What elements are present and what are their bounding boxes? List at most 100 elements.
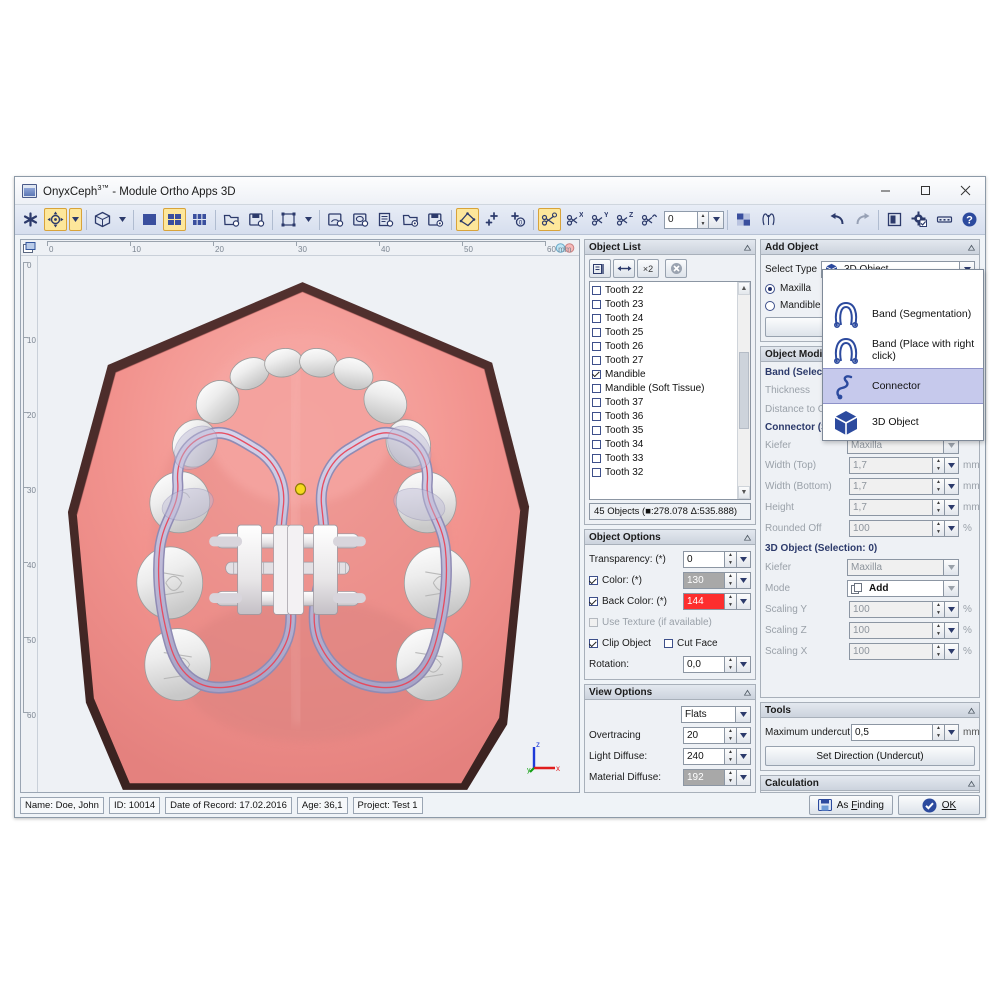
as-finding-button[interactable]: As Finding	[808, 795, 893, 815]
transparency-dropdown[interactable]	[737, 551, 751, 568]
back-color-dropdown[interactable]	[737, 593, 751, 610]
chevron-up-icon[interactable]: △	[744, 688, 751, 697]
light-diffuse-spinner[interactable]: ▲ ▼	[725, 748, 737, 765]
single-view-button[interactable]	[138, 208, 161, 231]
list-item-checkbox[interactable]	[592, 369, 601, 379]
cut-x-button[interactable]: X	[563, 208, 586, 231]
list-item-checkbox[interactable]	[592, 439, 601, 449]
light-diffuse-input[interactable]: 240	[683, 748, 725, 765]
add-point-button[interactable]	[481, 208, 504, 231]
width-top-dropdown[interactable]	[945, 457, 959, 474]
cut-offset-spinner[interactable]: ▲ ▼	[698, 210, 709, 229]
back-color-spinner[interactable]: ▲ ▼	[725, 593, 737, 610]
rounded-off-dropdown[interactable]	[945, 520, 959, 537]
material-diffuse-spinner[interactable]: ▲ ▼	[725, 769, 737, 786]
dropdown-item-connector[interactable]: Connector	[823, 368, 983, 404]
cut-curve-button[interactable]	[638, 208, 661, 231]
list-item[interactable]: Tooth 22	[592, 283, 737, 297]
object-kiefer-combo[interactable]: Maxilla	[847, 559, 959, 576]
shading-combo[interactable]: Flats	[681, 706, 751, 723]
list-item-checkbox[interactable]	[592, 467, 601, 477]
light-diffuse-dropdown[interactable]	[737, 748, 751, 765]
cut-offset-input[interactable]: 0	[664, 210, 698, 229]
max-undercut-spinner[interactable]: ▲ ▼	[933, 724, 945, 741]
import-scan-button[interactable]	[324, 208, 347, 231]
list-item-checkbox[interactable]	[592, 299, 601, 309]
close-icon[interactable]	[945, 177, 985, 204]
duplicate-object-button[interactable]: ×2	[637, 259, 659, 278]
list-item-checkbox[interactable]	[592, 313, 601, 323]
mode-combo[interactable]: Add	[847, 580, 959, 597]
select-type-dropdown-popup[interactable]: Band (Segmentation) Band (Place with rig…	[822, 269, 984, 441]
dental-3d-canvas[interactable]: z x y	[38, 256, 579, 792]
width-bottom-input[interactable]: 1,7	[849, 478, 933, 495]
undo-button[interactable]	[826, 208, 849, 231]
list-item-checkbox[interactable]	[592, 411, 601, 421]
use-texture-checkbox[interactable]	[589, 618, 598, 627]
list-item[interactable]: Tooth 34	[592, 437, 737, 451]
list-item[interactable]: Tooth 25	[592, 325, 737, 339]
object-list-scrollbar[interactable]: ▲ ▼	[737, 282, 750, 499]
scaling-x-input[interactable]: 100	[849, 643, 933, 660]
color-dropdown[interactable]	[737, 572, 751, 589]
list-item[interactable]: Tooth 37	[592, 395, 737, 409]
delete-object-button[interactable]	[665, 259, 687, 278]
width-top-input[interactable]: 1,7	[849, 457, 933, 474]
mandible-radio[interactable]	[765, 300, 775, 311]
save-file-button[interactable]	[245, 208, 268, 231]
material-diffuse-input[interactable]: 192	[683, 769, 725, 786]
save-gear-button[interactable]	[424, 208, 447, 231]
chevron-down-icon[interactable]	[943, 581, 958, 596]
ok-button[interactable]: OK	[898, 795, 980, 815]
chevron-up-icon[interactable]: △	[744, 243, 751, 252]
mirror-object-button[interactable]	[613, 259, 635, 278]
rotation-input[interactable]: 0,0	[683, 656, 725, 673]
scaling-x-spinner[interactable]: ▲ ▼	[933, 643, 945, 660]
chevron-up-icon[interactable]: △	[968, 779, 975, 788]
list-item[interactable]: Mandible	[592, 367, 737, 381]
report-page-button[interactable]	[374, 208, 397, 231]
height-input[interactable]: 1,7	[849, 499, 933, 516]
maxilla-radio[interactable]	[765, 283, 775, 294]
chevron-up-icon[interactable]: △	[968, 706, 975, 715]
six-view-button[interactable]	[188, 208, 211, 231]
height-spinner[interactable]: ▲ ▼	[933, 499, 945, 516]
scroll-up-arrow-icon[interactable]: ▲	[738, 282, 750, 295]
crop-frame-button[interactable]	[277, 208, 300, 231]
point-info-button[interactable]: 0	[506, 208, 529, 231]
color-blocks-button[interactable]	[732, 208, 755, 231]
mesh-select-button[interactable]	[456, 208, 479, 231]
list-item-checkbox[interactable]	[592, 355, 601, 365]
height-dropdown[interactable]	[945, 499, 959, 516]
rounded-off-input[interactable]: 100	[849, 520, 933, 537]
scroll-thumb[interactable]	[739, 352, 749, 429]
max-undercut-input[interactable]: 0,5	[851, 724, 933, 741]
question-help-button[interactable]: ?	[958, 208, 981, 231]
layout-panel-button[interactable]	[883, 208, 906, 231]
rotation-dropdown[interactable]	[737, 656, 751, 673]
list-item[interactable]: Tooth 24	[592, 311, 737, 325]
rotation-spinner[interactable]: ▲ ▼	[725, 656, 737, 673]
transparency-input[interactable]: 0	[683, 551, 725, 568]
max-undercut-dropdown[interactable]	[945, 724, 959, 741]
list-item-checkbox[interactable]	[592, 285, 601, 295]
scaling-z-dropdown[interactable]	[945, 622, 959, 639]
snapshot-button[interactable]	[19, 208, 42, 231]
cut-z-button[interactable]: Z	[613, 208, 636, 231]
overtracing-spinner[interactable]: ▲ ▼	[725, 727, 737, 744]
list-item[interactable]: Tooth 26	[592, 339, 737, 353]
view-cube-button[interactable]	[91, 208, 114, 231]
scaling-y-input[interactable]: 100	[849, 601, 933, 618]
color-value-input[interactable]: 130	[683, 572, 725, 589]
scaling-y-dropdown[interactable]	[945, 601, 959, 618]
object-list-box[interactable]: Tooth 22 Tooth 23 Tooth 24 Tooth 25 Tooth 26…	[589, 281, 751, 500]
screenshot-icon[interactable]	[23, 241, 36, 253]
back-color-value-input[interactable]: 144	[683, 593, 725, 610]
minimize-icon[interactable]	[865, 177, 905, 204]
cut-free-button[interactable]	[538, 208, 561, 231]
list-item-checkbox[interactable]	[592, 327, 601, 337]
cut-offset-dropdown[interactable]	[709, 210, 724, 229]
rename-object-button[interactable]	[589, 259, 611, 278]
list-item[interactable]: Mandible (Soft Tissue)	[592, 381, 737, 395]
color-checkbox[interactable]	[589, 576, 598, 585]
